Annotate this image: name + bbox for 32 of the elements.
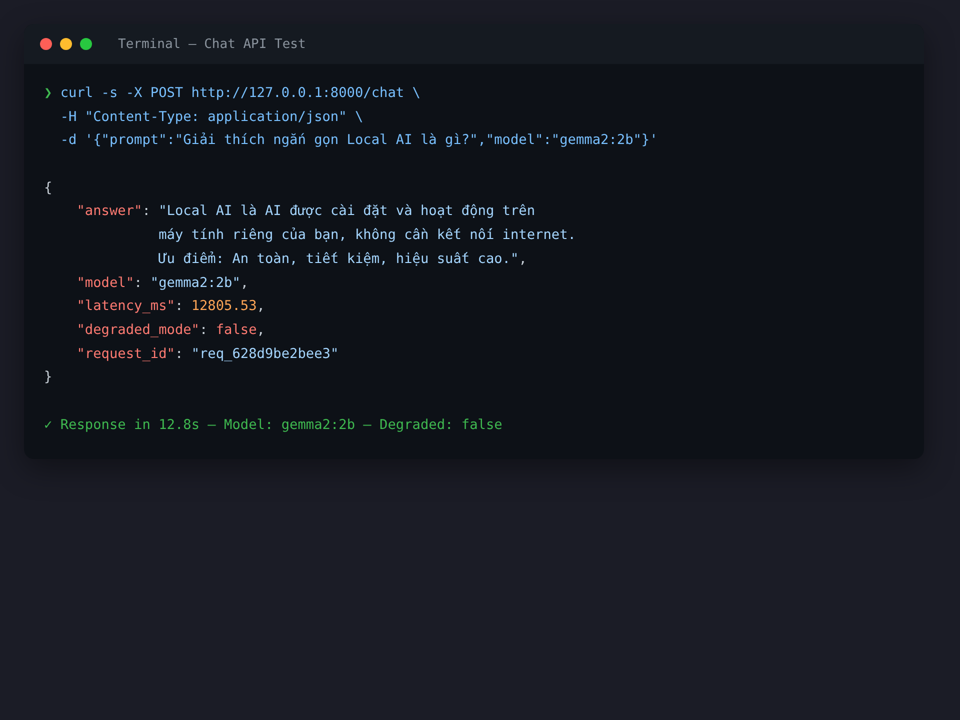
json-colon: : [142, 202, 150, 222]
json-colon: : [134, 274, 142, 292]
json-brace: } [44, 369, 52, 386]
json-value: Ưu điểm: An toàn, tiết kiệm, hiệu suất cao." [158, 250, 519, 267]
json-comma: , [256, 322, 265, 338]
command-line: -H "Content-Type: application/json" \ [60, 108, 364, 125]
json-comma: , [518, 250, 527, 267]
json-key: "request_id" [76, 342, 175, 366]
maximize-dot-icon[interactable] [80, 38, 92, 50]
json-value: 12805.53 [191, 298, 257, 314]
json-brace: { [44, 180, 52, 196]
prompt-symbol: ❯ [44, 85, 52, 101]
close-dot-icon[interactable] [40, 38, 52, 50]
json-colon: : [174, 297, 184, 316]
json-key: "degraded_mode" [76, 318, 200, 343]
command-line: -d '{"prompt":"Giải thích ngắn gọn Local AI là gì?","model":"gemma2:2b"}' [60, 132, 658, 148]
status-message: ✓ Response in 12.8s — Model: gemma2:2b — Degraded: false [44, 416, 502, 433]
window-title: Terminal — Chat API Test [118, 36, 306, 52]
json-key: "answer" [76, 200, 142, 272]
command-line: curl -s -X POST http://127.0.0.1:8000/chat \ [60, 85, 420, 101]
json-value: "gemma2:2b" [150, 274, 240, 290]
json-comma: , [256, 298, 265, 314]
json-key: "latency_ms" [76, 295, 175, 319]
json-value: máy tính riêng của bạn, không cần kết nối internet. [158, 227, 576, 244]
json-value: false [216, 322, 257, 338]
json-colon: : [174, 344, 184, 364]
json-value: "req_628d9be2bee3" [191, 346, 339, 362]
json-key: "model" [76, 272, 134, 296]
json-colon: : [200, 320, 208, 340]
minimize-dot-icon[interactable] [60, 38, 72, 50]
json-value: "Local AI là AI được cài đặt và hoạt động trên [158, 203, 536, 220]
json-comma: , [240, 274, 249, 290]
